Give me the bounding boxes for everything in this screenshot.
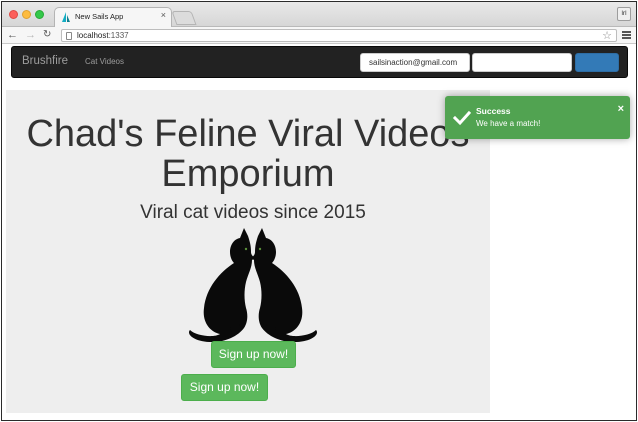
close-window-button[interactable] (9, 10, 18, 19)
toast-title: Success (476, 106, 511, 116)
back-arrow-icon[interactable]: ← (7, 29, 18, 41)
success-toast[interactable]: Success We have a match! × (445, 96, 630, 139)
url-port: :1337 (108, 31, 129, 40)
checkmark-icon (453, 110, 471, 126)
browser-window: New Sails App × lrl ← → ↻ localhost:1337… (1, 1, 637, 421)
sign-in-button[interactable] (575, 53, 619, 72)
maximize-window-button[interactable] (35, 10, 44, 19)
tab-title: New Sails App (75, 12, 124, 21)
page-icon (66, 32, 72, 40)
email-field[interactable]: sailsinaction@gmail.com (360, 53, 470, 72)
url-host: localhost (77, 31, 109, 40)
forward-arrow-icon[interactable]: → (25, 29, 36, 41)
navbar-brand[interactable]: Brushfire (22, 55, 68, 67)
toast-message: We have a match! (476, 119, 541, 128)
reload-icon[interactable]: ↻ (43, 29, 51, 41)
sails-favicon-icon (62, 12, 70, 22)
browser-tab[interactable]: New Sails App × (54, 7, 172, 27)
hamburger-menu-icon[interactable] (622, 31, 631, 39)
minimize-window-button[interactable] (22, 10, 31, 19)
page-title: Chad's Feline Viral Videos Emporium (26, 113, 470, 195)
sign-up-button-secondary[interactable]: Sign up now! (181, 374, 268, 401)
site-navbar: Brushfire Cat Videos sailsinaction@gmail… (11, 46, 628, 78)
url-text: localhost:1337 (77, 31, 129, 40)
new-tab-button[interactable] (171, 11, 197, 25)
password-field[interactable] (472, 53, 572, 72)
star-icon[interactable]: ☆ (602, 29, 612, 42)
nav-link-cat-videos[interactable]: Cat Videos (85, 57, 124, 66)
page-viewport: Brushfire Cat Videos sailsinaction@gmail… (2, 45, 636, 420)
cats-image (188, 228, 318, 342)
sign-up-button[interactable]: Sign up now! (211, 341, 296, 368)
address-bar[interactable]: localhost:1337 ☆ (61, 29, 617, 42)
close-icon[interactable]: × (618, 104, 624, 115)
profile-button[interactable]: lrl (617, 7, 631, 21)
jumbotron: Chad's Feline Viral Videos Emporium Vira… (6, 90, 490, 413)
page-subtitle: Viral cat videos since 2015 (140, 202, 366, 223)
tab-close-icon[interactable]: × (161, 11, 166, 20)
tab-strip: New Sails App × lrl (2, 2, 636, 27)
browser-toolbar: ← → ↻ localhost:1337 ☆ (2, 27, 636, 44)
